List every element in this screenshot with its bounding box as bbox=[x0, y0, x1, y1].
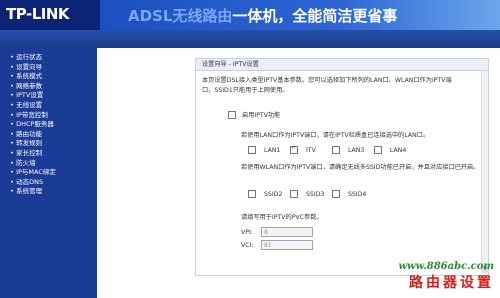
bullet-icon: • bbox=[10, 148, 14, 157]
slogan-part2: 一体机，全能简洁更省事 bbox=[232, 7, 398, 25]
ssid2-checkbox[interactable] bbox=[248, 190, 256, 198]
ssid2-label: SSID2 bbox=[264, 191, 283, 198]
bullet-icon: • bbox=[10, 53, 14, 61]
sidebar-item-iptv[interactable]: • IPTV设置 bbox=[10, 91, 97, 101]
sidebar-item-system[interactable]: • 系统管理 bbox=[10, 187, 97, 197]
watermark-url: www.886abc.com bbox=[398, 261, 494, 272]
lan1-checkbox[interactable] bbox=[248, 146, 256, 154]
sidebar-item-network[interactable]: • 网络参数 bbox=[10, 82, 97, 92]
lan4-checkbox[interactable] bbox=[373, 146, 382, 154]
lan3-label: LAN3 bbox=[347, 147, 365, 154]
banner-strip bbox=[0, 30, 500, 48]
lan1-label: LAN1 bbox=[264, 147, 281, 154]
sidebar-item-wizard[interactable]: • 设置向导 bbox=[10, 63, 97, 73]
bullet-icon: • bbox=[10, 100, 14, 109]
sidebar-item-status[interactable]: • 运行状态 bbox=[10, 53, 97, 63]
scrollbar[interactable] bbox=[481, 71, 488, 273]
vci-label: VCI: bbox=[241, 241, 254, 249]
iptv-panel: 设置向导 - IPTV设置 本页设置DSL接入类型IPTV基本参数。您可以选择加… bbox=[195, 58, 489, 276]
header-banner: TP-LINK ADSL无线路由一体机，全能简洁更省事 bbox=[0, 0, 500, 48]
sidebar-item-firewall[interactable]: • 防火墙 bbox=[10, 159, 97, 169]
bullet-icon: • bbox=[10, 120, 14, 129]
wlan-hint: 若使用WLAN口作为IPTV端口，请确定无线多SSID功能已开启，并且对应接口已… bbox=[241, 164, 480, 171]
ssid4-checkbox[interactable] bbox=[331, 190, 340, 198]
bullet-icon: • bbox=[10, 91, 14, 100]
ssid-options: SSID2 SSID3 SSID4 bbox=[248, 190, 372, 198]
enable-iptv-checkbox[interactable] bbox=[228, 111, 236, 119]
watermark: www.886abc.com 路由器设置 bbox=[398, 261, 494, 292]
tp-link-logo: TP-LINK bbox=[6, 5, 70, 23]
bullet-icon: • bbox=[10, 168, 14, 177]
lan-hint: 若使用LAN口作为IPTV端口，请在IPTV栏质盒已连接选中的LAN口。 bbox=[241, 132, 430, 139]
sidebar-menu: • 运行状态 • 设置向导 • 系统模式 • 网络参数 • IPTV设置 • 无… bbox=[0, 48, 97, 197]
sidebar-item-wireless[interactable]: • 无线设置 bbox=[10, 101, 97, 111]
slogan: ADSL无线路由一体机，全能简洁更省事 bbox=[128, 5, 397, 26]
sidebar-item-routing[interactable]: • 路由功能 bbox=[10, 130, 97, 140]
watermark-text: 路由器设置 bbox=[409, 275, 494, 291]
ssid4-label: SSID4 bbox=[347, 191, 367, 198]
sidebar: • 运行状态 • 设置向导 • 系统模式 • 网络参数 • IPTV设置 • 无… bbox=[0, 48, 97, 298]
bullet-icon: • bbox=[10, 81, 14, 90]
ssid3-checkbox[interactable] bbox=[289, 190, 298, 198]
lan3-checkbox[interactable] bbox=[331, 146, 340, 154]
sidebar-item-bandwidth[interactable]: • IP带宽控制 bbox=[10, 111, 97, 121]
sidebar-item-ddns[interactable]: • 动态DNS bbox=[10, 178, 97, 188]
vpi-row: VPI: bbox=[241, 227, 313, 237]
vpi-label: VPI: bbox=[241, 228, 253, 236]
bullet-icon: • bbox=[10, 139, 14, 148]
bullet-icon: • bbox=[10, 110, 14, 119]
bullet-icon: • bbox=[10, 72, 14, 81]
enable-iptv-row: 启用IPTV功能 bbox=[228, 110, 280, 119]
itv-label: ITV bbox=[305, 147, 316, 154]
bullet-icon: • bbox=[10, 177, 14, 186]
bullet-icon: • bbox=[10, 129, 14, 138]
bullet-icon: • bbox=[10, 158, 14, 167]
itv-checkbox[interactable] bbox=[289, 144, 298, 154]
logo-area: TP-LINK bbox=[0, 0, 100, 30]
breadcrumb: 设置向导 - IPTV设置 bbox=[196, 59, 488, 71]
sidebar-item-forwarding[interactable]: • 转发规则 bbox=[10, 139, 97, 149]
vci-input[interactable] bbox=[260, 240, 313, 250]
sidebar-item-system-mode[interactable]: • 系统模式 bbox=[10, 72, 97, 82]
pvc-title: 请填写用于IPTV的PVC参数。 bbox=[241, 214, 323, 221]
enable-iptv-label: 启用IPTV功能 bbox=[242, 112, 281, 119]
lan4-label: LAN4 bbox=[389, 147, 407, 154]
slogan-part1: ADSL无线路由 bbox=[128, 7, 233, 25]
sidebar-item-ip-mac[interactable]: • IP与MAC绑定 bbox=[10, 168, 97, 178]
lan-options: LAN1 ITV LAN3 LAN4 bbox=[248, 144, 414, 154]
bullet-icon: • bbox=[10, 187, 14, 196]
bullet-icon: • bbox=[10, 62, 14, 71]
sidebar-item-parental[interactable]: • 家长控制 bbox=[10, 149, 97, 159]
vci-row: VCI: bbox=[241, 240, 313, 250]
sidebar-item-dhcp[interactable]: • DHCP服务器 bbox=[10, 120, 97, 130]
ssid3-label: SSID3 bbox=[305, 191, 325, 198]
vpi-input[interactable] bbox=[260, 227, 313, 237]
page-description: 本页设置DSL接入类型IPTV基本参数。您可以选择加下所列的LAN口、WLAN口… bbox=[202, 77, 452, 94]
